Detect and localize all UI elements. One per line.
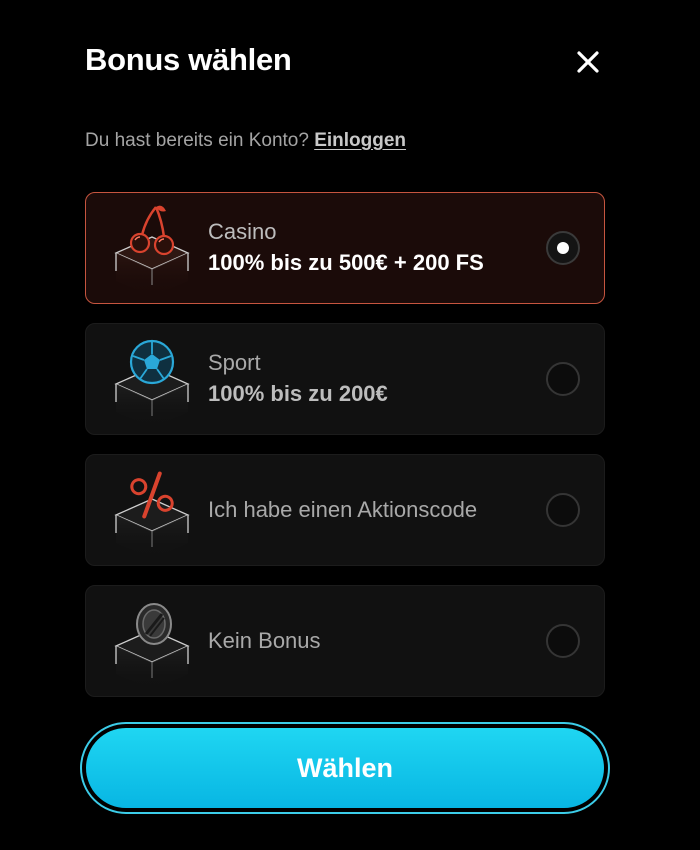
no-bonus-coin-icon xyxy=(114,603,190,690)
radio-button-checked[interactable] xyxy=(546,231,580,265)
login-prompt: Du hast bereits ein Konto? Einloggen xyxy=(85,129,406,153)
option-label: Ich habe einen Aktionscode xyxy=(208,497,478,522)
option-label: Kein Bonus xyxy=(208,628,321,653)
option-label: Sport xyxy=(208,350,261,375)
option-description: 100% bis zu 200€ xyxy=(208,381,388,406)
radio-button[interactable] xyxy=(546,493,580,527)
bonus-option-none[interactable]: Kein Bonus xyxy=(85,585,605,697)
login-prompt-text: Du hast bereits ein Konto? xyxy=(85,130,309,151)
option-text: Sport 100% bis zu 200€ xyxy=(208,324,388,434)
cherries-icon xyxy=(114,205,190,297)
percent-icon xyxy=(114,471,190,559)
football-icon xyxy=(114,339,190,428)
option-text: Kein Bonus xyxy=(208,586,321,696)
option-label: Casino xyxy=(208,219,277,244)
option-text: Casino 100% bis zu 500€ + 200 FS xyxy=(208,193,484,303)
bonus-option-casino[interactable]: Casino 100% bis zu 500€ + 200 FS xyxy=(85,192,605,304)
radio-dot xyxy=(557,242,569,254)
submit-button-frame: Wählen xyxy=(80,722,610,814)
radio-button[interactable] xyxy=(546,624,580,658)
login-link[interactable]: Einloggen xyxy=(314,130,406,151)
bonus-option-promo-code[interactable]: Ich habe einen Aktionscode xyxy=(85,454,605,566)
option-description: 100% bis zu 500€ + 200 FS xyxy=(208,250,484,275)
bonus-modal: Bonus wählen Du hast bereits ein Konto? … xyxy=(0,0,700,850)
select-bonus-button[interactable]: Wählen xyxy=(86,728,604,808)
radio-button[interactable] xyxy=(546,362,580,396)
close-button[interactable] xyxy=(568,42,608,82)
option-text: Ich habe einen Aktionscode xyxy=(208,455,477,565)
modal-title: Bonus wählen xyxy=(85,42,292,77)
bonus-option-sport[interactable]: Sport 100% bis zu 200€ xyxy=(85,323,605,435)
close-icon xyxy=(577,51,599,73)
